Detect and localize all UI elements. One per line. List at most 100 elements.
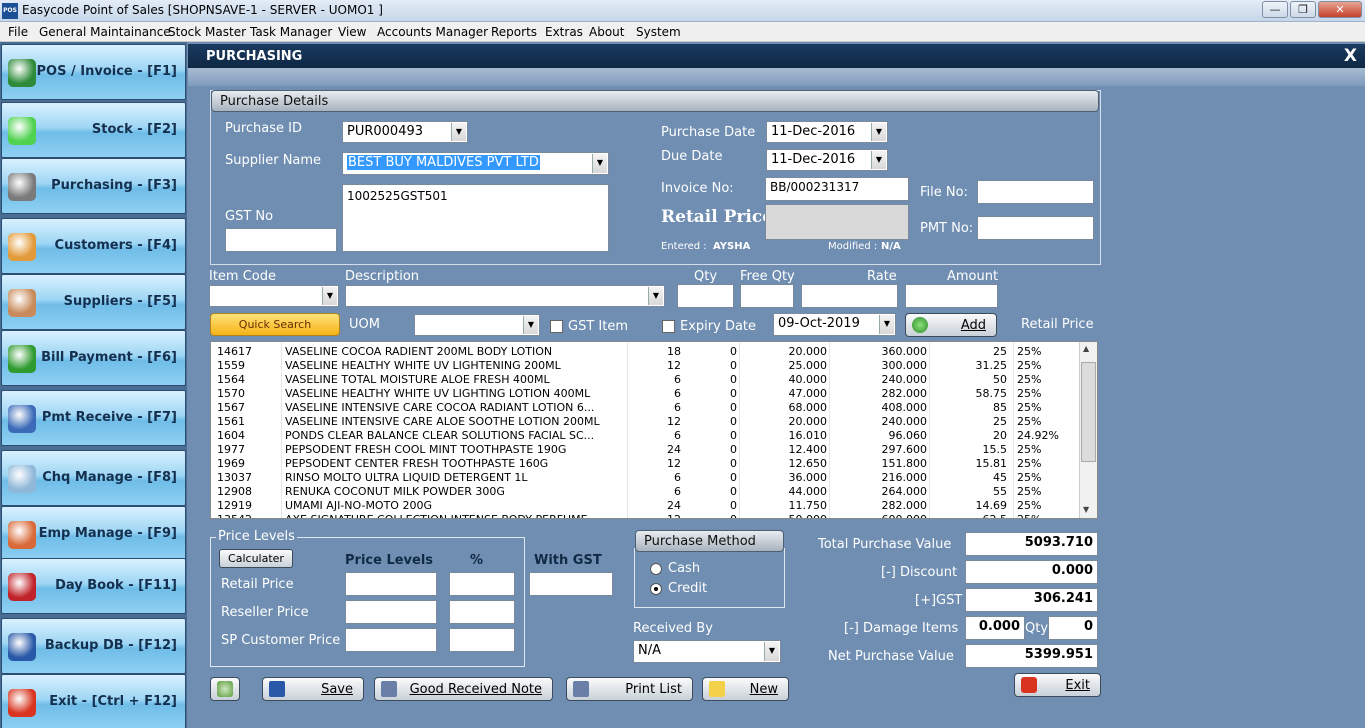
- pmt-no-input[interactable]: [977, 216, 1094, 240]
- invoice-no-input[interactable]: BB/000231317: [765, 177, 909, 201]
- floppy-icon: [8, 633, 36, 661]
- due-date-picker[interactable]: 11-Dec-2016 ▼: [766, 149, 888, 171]
- menu-extras[interactable]: Extras: [545, 25, 583, 39]
- items-table[interactable]: 14617 VASELINE COCOA RADIENT 200ML BODY L…: [210, 341, 1098, 519]
- item-code-combo[interactable]: ▼: [209, 285, 339, 307]
- good-received-note-button[interactable]: Good Received Note: [374, 677, 553, 701]
- reseller-price-input[interactable]: [345, 600, 437, 624]
- retail-price-percent-input[interactable]: [449, 572, 515, 596]
- sp-customer-percent-input[interactable]: [449, 628, 515, 652]
- qty-input[interactable]: [677, 284, 734, 308]
- chevron-down-icon[interactable]: ▼: [871, 151, 886, 169]
- sidebar-backup-db-button[interactable]: Backup DB - [F12]: [1, 618, 186, 674]
- table-row[interactable]: 12919 UMAMI AJI-NO-MOTO 200G 24 0 11.750 282.…: [211, 499, 1079, 513]
- save-button[interactable]: Save: [262, 677, 364, 701]
- sidebar-suppliers-button[interactable]: Suppliers - [F5]: [1, 274, 186, 330]
- menu-general-maintainance[interactable]: General Maintainance: [39, 25, 171, 39]
- reseller-percent-input[interactable]: [449, 600, 515, 624]
- chevron-down-icon[interactable]: ▼: [592, 154, 607, 173]
- gst-item-checkbox[interactable]: [550, 320, 563, 333]
- gst-no-input[interactable]: [225, 228, 337, 252]
- print-list-button[interactable]: Print List: [566, 677, 693, 701]
- minimize-icon[interactable]: —: [1262, 1, 1288, 18]
- chevron-down-icon[interactable]: ▼: [871, 123, 886, 141]
- chevron-down-icon[interactable]: ▼: [879, 315, 894, 334]
- table-row[interactable]: 1559 VASELINE HEALTHY WHITE UV LIGHTENING…: [211, 359, 1079, 373]
- quick-search-button[interactable]: Quick Search: [210, 313, 340, 336]
- item-qty: 6: [674, 429, 681, 442]
- scroll-down-icon[interactable]: ▼: [1083, 505, 1089, 514]
- scroll-up-icon[interactable]: ▲: [1083, 344, 1089, 353]
- table-row[interactable]: 1564 VASELINE TOTAL MOISTURE ALOE FRESH 4…: [211, 373, 1079, 387]
- chevron-down-icon[interactable]: ▼: [648, 287, 663, 305]
- supplier-name-combo[interactable]: BEST BUY MALDIVES PVT LTD ▼: [342, 152, 609, 175]
- discount-input[interactable]: 0.000: [965, 560, 1098, 584]
- retail-with-gst-input[interactable]: [529, 572, 613, 596]
- item-markup: 25%: [1017, 499, 1042, 512]
- table-row[interactable]: 1567 VASELINE INTENSIVE CARE COCOA RADIAN…: [211, 401, 1079, 415]
- rate-input[interactable]: [801, 284, 898, 308]
- sp-customer-price-input[interactable]: [345, 628, 437, 652]
- chevron-down-icon[interactable]: ▼: [451, 123, 466, 141]
- window-close-icon[interactable]: ✕: [1318, 1, 1362, 18]
- table-row[interactable]: 1969 PEPSODENT CENTER FRESH TOOTHPASTE 16…: [211, 457, 1079, 471]
- exit-button[interactable]: Exit: [1014, 673, 1101, 697]
- sidebar-purchasing-button[interactable]: Purchasing - [F3]: [1, 158, 186, 214]
- sidebar-pmt-receive-button[interactable]: Pmt Receive - [F7]: [1, 390, 186, 446]
- expiry-date-picker[interactable]: 09-Oct-2019 ▼: [773, 313, 896, 336]
- menu-view[interactable]: View: [338, 25, 366, 39]
- table-row[interactable]: 12908 RENUKA COCONUT MILK POWDER 300G 6 0 44…: [211, 485, 1079, 499]
- menu-system[interactable]: System: [636, 25, 681, 39]
- table-row[interactable]: 1570 VASELINE HEALTHY WHITE UV LIGHTING L…: [211, 387, 1079, 401]
- file-no-input[interactable]: [977, 180, 1094, 204]
- close-form-icon[interactable]: X: [1344, 46, 1357, 66]
- chevron-down-icon[interactable]: ▼: [322, 287, 337, 305]
- purchase-date-picker[interactable]: 11-Dec-2016 ▼: [766, 121, 888, 143]
- sidebar-exit-button[interactable]: Exit - [Ctrl + F12]: [1, 674, 186, 728]
- sidebar-pos-invoice-button[interactable]: POS / Invoice - [F1]: [1, 44, 186, 100]
- menu-accounts-manager[interactable]: Accounts Manager: [377, 25, 488, 39]
- item-code: 12908: [217, 485, 252, 498]
- item-amount: 360.000: [881, 345, 928, 358]
- new-button[interactable]: New: [702, 677, 789, 701]
- menu-about[interactable]: About: [589, 25, 624, 39]
- sidebar-stock-button[interactable]: Stock - [F2]: [1, 102, 186, 158]
- add-button[interactable]: Add: [905, 313, 997, 337]
- free-qty-input[interactable]: [740, 284, 794, 308]
- received-by-combo[interactable]: N/A ▼: [633, 640, 781, 663]
- sidebar-chq-manage-button[interactable]: Chq Manage - [F8]: [1, 450, 186, 506]
- sidebar-bill-payment-button[interactable]: Bill Payment - [F6]: [1, 330, 186, 386]
- menu-file[interactable]: File: [8, 25, 28, 39]
- menu-stock-master[interactable]: Stock Master: [168, 25, 246, 39]
- chevron-down-icon[interactable]: ▼: [764, 642, 779, 661]
- amount-input[interactable]: [905, 284, 998, 308]
- table-row[interactable]: 1977 PEPSODENT FRESH COOL MINT TOOTHPASTE…: [211, 443, 1079, 457]
- menu-reports[interactable]: Reports: [491, 25, 537, 39]
- retail-price-level-input[interactable]: [345, 572, 437, 596]
- menu-task-manager[interactable]: Task Manager: [250, 25, 332, 39]
- item-qty: 6: [674, 401, 681, 414]
- description-combo[interactable]: ▼: [345, 285, 665, 307]
- table-scrollbar[interactable]: ▲ ▼: [1079, 342, 1097, 518]
- sidebar-emp-manage-button[interactable]: Emp Manage - [F9]: [1, 506, 186, 562]
- damage-items-input[interactable]: 0.000: [965, 616, 1025, 640]
- chevron-down-icon[interactable]: ▼: [523, 316, 538, 334]
- uom-combo[interactable]: ▼: [414, 314, 540, 336]
- cash-radio[interactable]: [650, 563, 662, 575]
- purchase-id-combo[interactable]: PUR000493 ▼: [342, 121, 468, 143]
- supplier-address-textarea[interactable]: 1002525GST501: [342, 184, 609, 252]
- credit-radio[interactable]: [650, 583, 662, 595]
- maximize-icon[interactable]: ❐: [1290, 1, 1316, 18]
- table-row[interactable]: 13037 RINSO MOLTO ULTRA LIQUID DETERGENT …: [211, 471, 1079, 485]
- damage-qty-input[interactable]: 0: [1048, 616, 1098, 640]
- scroll-thumb[interactable]: [1081, 362, 1096, 462]
- table-row[interactable]: 14617 VASELINE COCOA RADIENT 200ML BODY L…: [211, 345, 1079, 359]
- expiry-date-checkbox[interactable]: [662, 320, 675, 333]
- refresh-button[interactable]: [210, 677, 240, 701]
- sidebar-day-book-button[interactable]: Day Book - [F11]: [1, 558, 186, 614]
- calculater-button[interactable]: Calculater: [219, 549, 293, 568]
- table-row[interactable]: 13542 AXE SIGNATURE COLLECTION INTENSE BO…: [211, 513, 1079, 518]
- table-row[interactable]: 1561 VASELINE INTENSIVE CARE ALOE SOOTHE …: [211, 415, 1079, 429]
- table-row[interactable]: 1604 PONDS CLEAR BALANCE CLEAR SOLUTIONS …: [211, 429, 1079, 443]
- sidebar-customers-button[interactable]: Customers - [F4]: [1, 218, 186, 274]
